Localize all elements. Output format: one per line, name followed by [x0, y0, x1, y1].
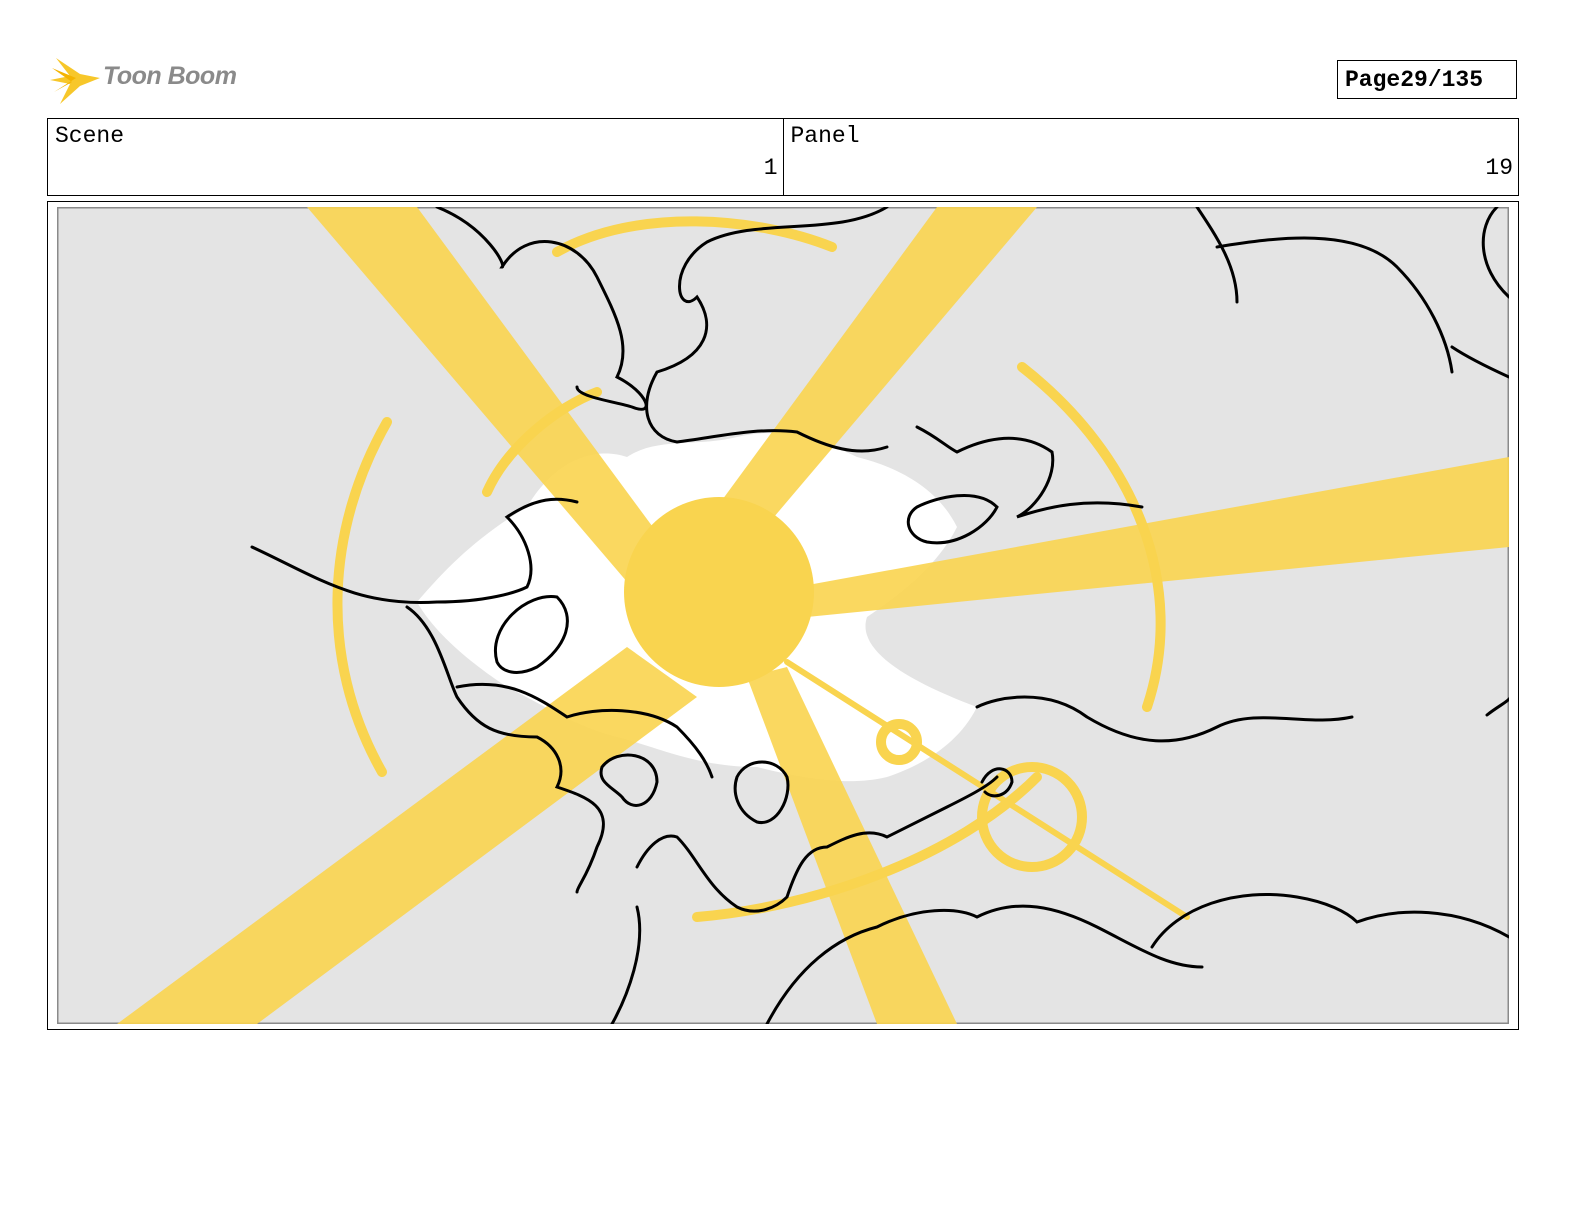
scene-cell: Scene 1 — [48, 119, 783, 195]
panel-label: Panel — [790, 123, 860, 149]
page-number: 29/135 — [1400, 66, 1484, 93]
panel-value: 19 — [1485, 155, 1513, 181]
explosion-sketch — [57, 207, 1509, 1024]
panel-cell: Panel 19 — [782, 119, 1519, 195]
scene-label: Scene — [55, 123, 125, 149]
toon-boom-logo: Toon Boom — [50, 54, 250, 108]
storyboard-panel — [47, 201, 1519, 1030]
logo-wordmark: Toon Boom — [103, 62, 237, 90]
page-label: Page — [1345, 66, 1401, 93]
starburst-logo-icon — [50, 58, 100, 104]
scene-value: 1 — [763, 155, 778, 181]
scene-panel-table: Scene 1 Panel 19 — [47, 118, 1519, 196]
page-indicator: Page 29/135 — [1337, 60, 1517, 99]
sun-core — [624, 497, 814, 687]
